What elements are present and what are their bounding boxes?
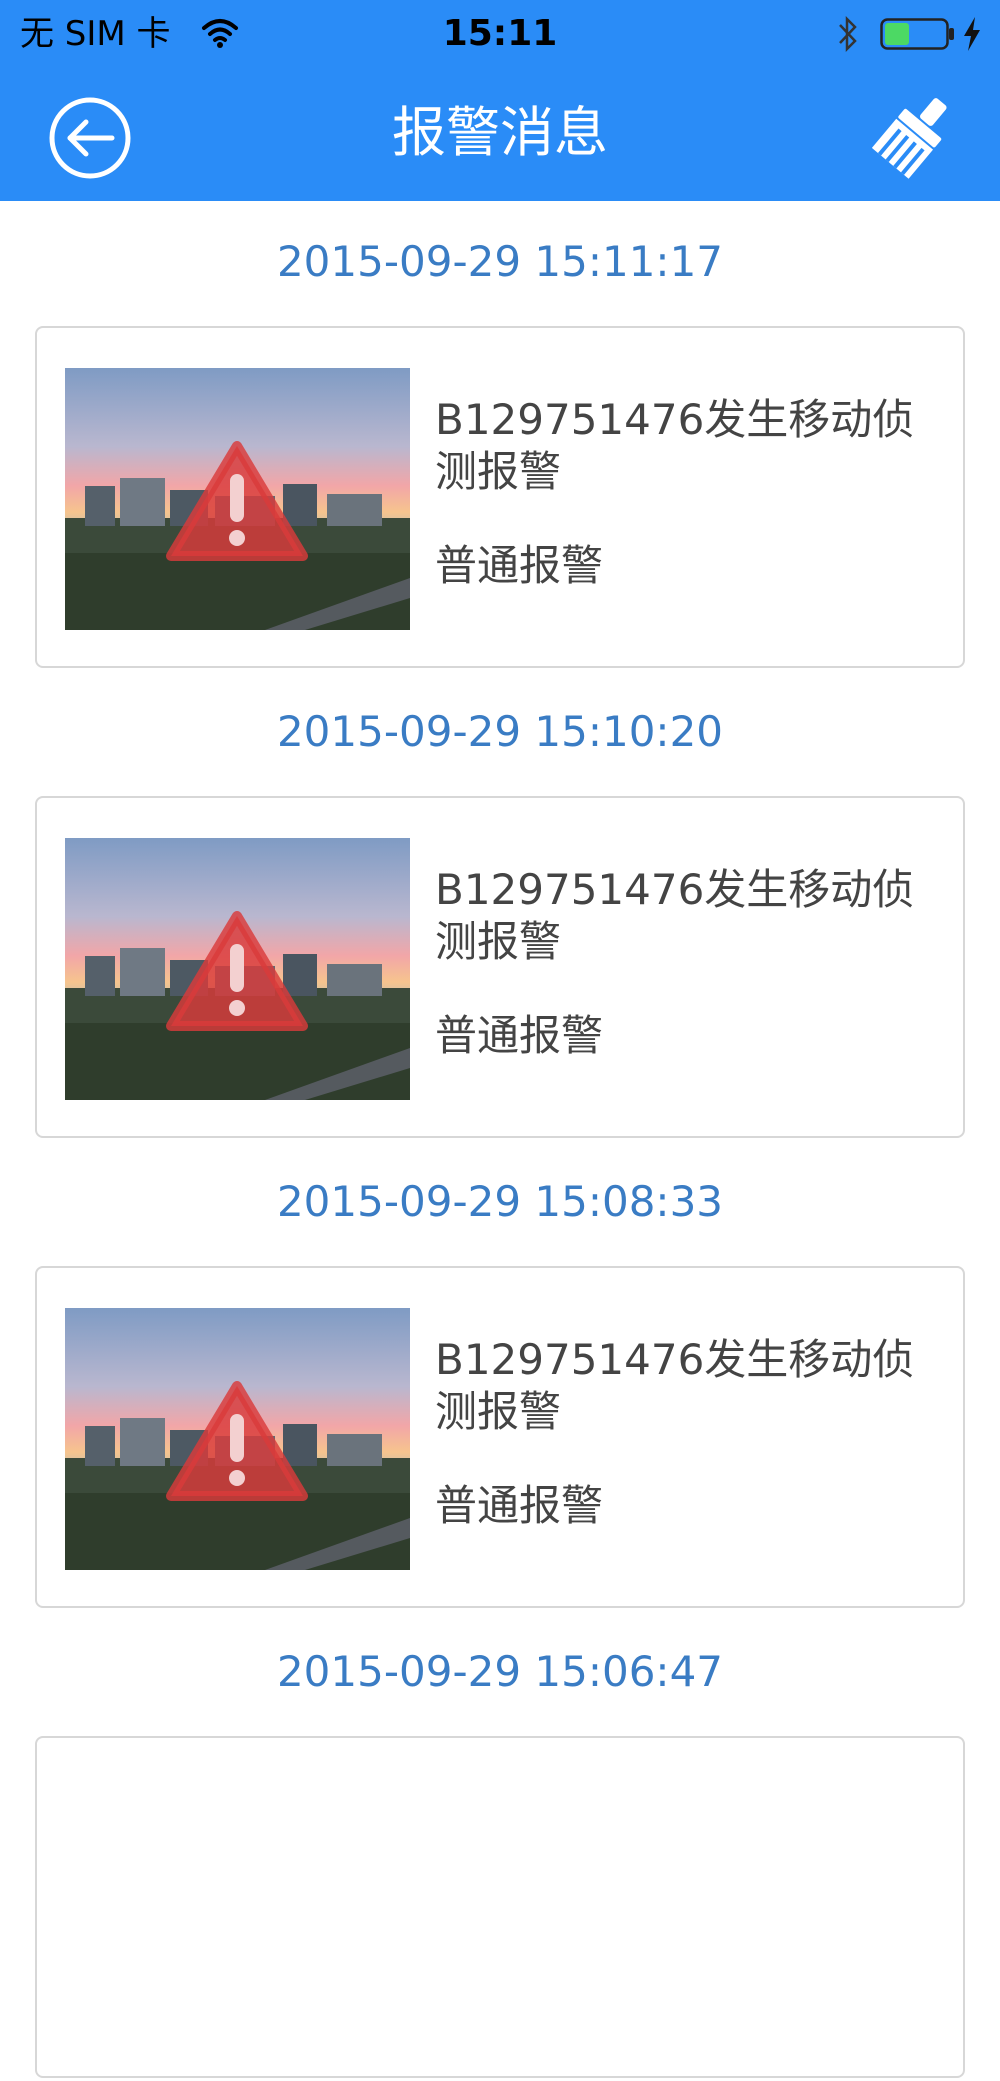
alarm-entry: 2015-09-29 15:10:20 B129751476发生移动侦测报警 普… [0, 671, 1000, 1141]
status-bar: 无 SIM 卡 15:11 [0, 0, 1000, 68]
alarm-card[interactable]: B129751476发生移动侦测报警 普通报警 [35, 326, 965, 668]
clear-button[interactable] [871, 90, 956, 180]
alarm-message: B129751476发生移动侦测报警 [435, 1335, 915, 1436]
alarm-list[interactable]: 2015-09-29 15:11:17 B129751476发生移动侦测报警 普… [0, 201, 1000, 2081]
alarm-snapshot[interactable] [65, 838, 410, 1100]
alarm-message: B129751476发生移动侦测报警 [435, 865, 915, 966]
alarm-message: B129751476发生移动侦测报警 [435, 395, 915, 496]
battery-icon [880, 18, 956, 54]
alarm-timestamp: 2015-09-29 15:06:47 [276, 1647, 724, 1696]
alarm-snapshot[interactable] [65, 1308, 410, 1570]
alarm-card[interactable] [35, 1736, 965, 2078]
alarm-timestamp: 2015-09-29 15:08:33 [276, 1177, 724, 1226]
alarm-type: 普通报警 [435, 1011, 604, 1060]
nav-bar: 报警消息 [0, 68, 1000, 201]
top-bar: 无 SIM 卡 15:11 报警消息 [0, 0, 1000, 201]
alarm-entry: 2015-09-29 15:08:33 B129751476发生移动侦测报警 普… [0, 1141, 1000, 1611]
alarm-type: 普通报警 [435, 1481, 604, 1530]
alarm-card[interactable]: B129751476发生移动侦测报警 普通报警 [35, 796, 965, 1138]
charging-icon [962, 16, 982, 56]
alarm-card[interactable]: B129751476发生移动侦测报警 普通报警 [35, 1266, 965, 1608]
alarm-entry: 2015-09-29 15:11:17 B129751476发生移动侦测报警 普… [0, 201, 1000, 671]
alarm-type: 普通报警 [435, 541, 604, 590]
alarm-timestamp: 2015-09-29 15:11:17 [276, 237, 724, 286]
alarm-snapshot[interactable] [65, 368, 410, 630]
page-title: 报警消息 [392, 101, 608, 164]
alarm-entry: 2015-09-29 15:06:47 [0, 1611, 1000, 2081]
alarm-timestamp: 2015-09-29 15:10:20 [276, 707, 724, 756]
broom-clear-icon [871, 98, 947, 179]
bluetooth-icon [836, 14, 860, 58]
